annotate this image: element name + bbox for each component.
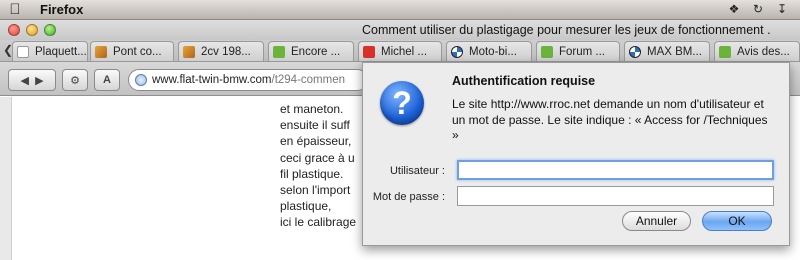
tab-michel[interactable]: Michel ... bbox=[358, 41, 442, 61]
red-logo-icon bbox=[363, 45, 375, 58]
username-label: Utilisateur : bbox=[389, 165, 445, 177]
cancel-button[interactable]: Annuler bbox=[622, 211, 691, 231]
text-size-icon: A bbox=[103, 74, 111, 86]
password-label: Mot de passe : bbox=[372, 191, 445, 203]
tab-label: Michel ... bbox=[381, 45, 428, 58]
page-side-margin bbox=[0, 97, 12, 260]
dialog-title: Authentification requise bbox=[452, 74, 596, 88]
close-window-button[interactable] bbox=[8, 24, 20, 36]
tab-moto-bi[interactable]: Moto-bi... bbox=[446, 41, 532, 61]
menubar-extras: ❖ ↻ ↧ bbox=[726, 2, 790, 17]
dropbox-icon[interactable]: ❖ bbox=[726, 2, 742, 17]
page-icon bbox=[17, 45, 29, 58]
url-bar[interactable]: www.flat-twin-bmw.com/t294-commen bbox=[128, 69, 368, 91]
forward-arrow-icon[interactable]: ▶ bbox=[35, 74, 43, 87]
bubble-icon bbox=[541, 45, 553, 58]
text-line: fil plastique. bbox=[280, 166, 344, 181]
tab-label: Moto-bi... bbox=[469, 45, 517, 58]
tab-label: Encore ... bbox=[291, 45, 341, 58]
url-path: /t294-commen bbox=[271, 74, 346, 86]
dialog-message: Le site http://www.rroc.net demande un n… bbox=[452, 97, 768, 142]
globe-icon bbox=[135, 74, 147, 86]
window-title: Comment utiliser du plastigage pour mesu… bbox=[362, 23, 771, 37]
tab-avis-des[interactable]: Avis des... bbox=[714, 41, 800, 61]
text-line: ensuite il suff bbox=[280, 118, 350, 133]
traffic-lights bbox=[8, 24, 56, 36]
username-field[interactable] bbox=[457, 160, 774, 180]
bubble-icon bbox=[719, 45, 731, 58]
text-line: selon l'import bbox=[280, 183, 351, 198]
cube-icon bbox=[183, 45, 195, 58]
addon-button[interactable]: ⚙ bbox=[62, 69, 88, 91]
text-line: et maneton. bbox=[280, 102, 344, 116]
tab-label: Forum ... bbox=[559, 45, 606, 58]
window-titlebar: Comment utiliser du plastigage pour mesu… bbox=[0, 20, 800, 40]
tab-encore[interactable]: Encore ... bbox=[268, 41, 354, 61]
tab-label: Plaquett... bbox=[35, 45, 87, 58]
tab-bar: ❮ Plaquett... Pont co... 2cv 198... Enco… bbox=[0, 40, 800, 62]
text-line: plastique, bbox=[280, 199, 332, 214]
tab-label: MAX BM... bbox=[647, 45, 702, 58]
tab-2cv[interactable]: 2cv 198... bbox=[178, 41, 264, 61]
minimize-window-button[interactable] bbox=[26, 24, 38, 36]
back-forward-button[interactable]: ◀ ▶ bbox=[8, 69, 56, 91]
tab-label: Pont co... bbox=[113, 45, 162, 58]
download-icon[interactable]: ↧ bbox=[774, 2, 790, 17]
text-line: ici le calibrage bbox=[280, 215, 357, 230]
cube-icon bbox=[95, 45, 107, 58]
tab-plaquett[interactable]: Plaquett... bbox=[12, 41, 88, 61]
text-line: ceci grace à u bbox=[280, 150, 355, 165]
bmw-icon bbox=[629, 45, 641, 58]
text-size-button[interactable]: A bbox=[94, 69, 120, 91]
tab-label: Avis des... bbox=[737, 45, 790, 58]
tab-label: 2cv 198... bbox=[201, 45, 251, 58]
tab-max-bm[interactable]: MAX BM... bbox=[624, 41, 710, 61]
tab-pont[interactable]: Pont co... bbox=[90, 41, 174, 61]
bmw-icon bbox=[451, 45, 463, 58]
url-host: www.flat-twin-bmw.com bbox=[152, 74, 272, 86]
question-icon: ? bbox=[380, 81, 424, 125]
app-menu-firefox[interactable]: Firefox bbox=[40, 2, 83, 17]
tab-forum[interactable]: Forum ... bbox=[536, 41, 620, 61]
bubble-icon bbox=[273, 45, 285, 58]
article-text: et maneton. ensuite il suff en épaisseur… bbox=[280, 101, 365, 231]
sync-icon[interactable]: ↻ bbox=[750, 2, 766, 17]
puzzle-icon: ⚙ bbox=[70, 74, 80, 87]
menu-bar:  Firefox ❖ ↻ ↧ bbox=[0, 0, 800, 20]
auth-dialog: ? Authentification requise Le site http:… bbox=[362, 62, 790, 246]
zoom-window-button[interactable] bbox=[44, 24, 56, 36]
text-line: en épaisseur, bbox=[280, 134, 352, 149]
apple-icon[interactable]:  bbox=[0, 1, 30, 18]
back-arrow-icon[interactable]: ◀ bbox=[20, 74, 28, 87]
ok-button[interactable]: OK bbox=[702, 211, 772, 231]
password-field[interactable] bbox=[457, 186, 774, 206]
